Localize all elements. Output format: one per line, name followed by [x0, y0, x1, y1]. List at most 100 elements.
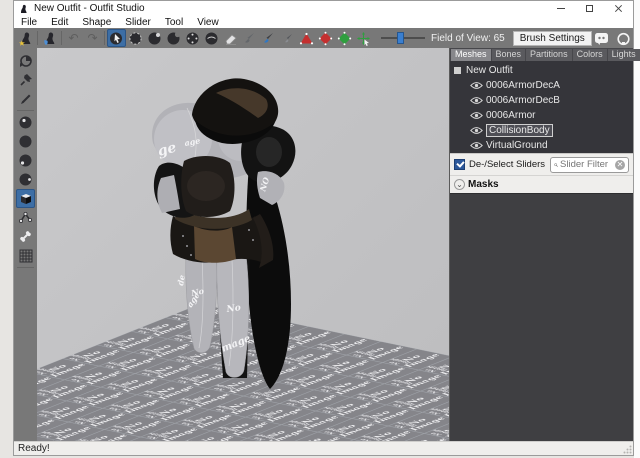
- viewport-canvas: No Image No Image: [37, 48, 450, 441]
- mesh-item-label: 0006ArmorDecB: [486, 95, 560, 106]
- transform-cube-button[interactable]: [16, 189, 35, 208]
- mask-brush-button[interactable]: [126, 29, 145, 47]
- github-icon: [616, 31, 631, 46]
- deselect-sliders-label: De-/Select Sliders: [469, 159, 545, 170]
- menu-view[interactable]: View: [190, 17, 226, 28]
- redo-button[interactable]: ↷: [83, 29, 102, 47]
- mesh-item-label: VirtualGround: [486, 140, 548, 151]
- mask-sphere-button[interactable]: [16, 132, 35, 151]
- mask-brush-icon: [128, 31, 143, 46]
- clock-rotate-icon: [19, 54, 33, 68]
- tree-item[interactable]: VirtualGround: [454, 138, 633, 153]
- tab-lights[interactable]: Lights: [608, 49, 640, 61]
- inflate-brush-button[interactable]: [145, 29, 164, 47]
- right-panel: Meshes Bones Partitions Colors Lights Ne…: [450, 48, 633, 441]
- resize-grip[interactable]: [623, 445, 632, 454]
- menu-shape[interactable]: Shape: [75, 17, 118, 28]
- menu-file[interactable]: File: [14, 17, 44, 28]
- maximize-button[interactable]: [575, 1, 604, 16]
- main-window: New Outfit - Outfit Studio File Edit Sha…: [13, 0, 634, 456]
- collapse-icon[interactable]: [454, 67, 461, 74]
- collapse-vertex-icon: [299, 31, 314, 46]
- move-brush-button[interactable]: [183, 29, 202, 47]
- load-project-button[interactable]: [16, 29, 35, 47]
- undo-button[interactable]: ↶: [64, 29, 83, 47]
- sphere-dot-low-icon: [18, 153, 33, 168]
- toolbar-separator: [61, 31, 62, 45]
- deflate-brush-button[interactable]: [164, 29, 183, 47]
- masks-section-header[interactable]: ⌄ Masks: [450, 175, 633, 193]
- tab-colors[interactable]: Colors: [573, 49, 607, 61]
- svg-text:No: No: [225, 303, 241, 315]
- pencil-icon: [19, 92, 33, 106]
- mesh-item-label: 0006ArmorDecA: [486, 80, 560, 91]
- left-toolbar-separator: [17, 110, 34, 111]
- slider-filter-box[interactable]: ✕: [550, 157, 629, 173]
- tab-partitions[interactable]: Partitions: [526, 49, 572, 61]
- vertex-path-icon: [18, 210, 33, 225]
- toolbar-separator: [104, 31, 105, 45]
- cube-icon: [18, 191, 33, 206]
- color-brush-button[interactable]: [259, 29, 278, 47]
- deflate-brush-icon: [166, 31, 181, 46]
- bones-tool-button[interactable]: [16, 227, 35, 246]
- tree-root-row[interactable]: New Outfit: [454, 63, 633, 78]
- mesh-tree: New Outfit 0006ArmorDecA 0006ArmorDecB 0…: [450, 61, 633, 153]
- pin-tool-button[interactable]: [16, 70, 35, 89]
- eye-icon[interactable]: [470, 81, 483, 90]
- chevron-down-icon[interactable]: ⌄: [454, 179, 465, 190]
- clear-filter-icon[interactable]: ✕: [615, 160, 625, 170]
- status-text: Ready!: [18, 443, 50, 454]
- select-tool-button[interactable]: [107, 29, 126, 47]
- inflate-sphere-button[interactable]: [16, 151, 35, 170]
- slider-filter-input[interactable]: [558, 158, 615, 171]
- undiff-brush-button[interactable]: [221, 29, 240, 47]
- grid-tool-button[interactable]: [16, 246, 35, 265]
- paypal-link-button[interactable]: P: [636, 29, 640, 47]
- eye-icon[interactable]: [470, 141, 483, 150]
- eye-icon[interactable]: [470, 96, 483, 105]
- move-brush-icon: [185, 31, 200, 46]
- flip-edge-button[interactable]: [316, 29, 335, 47]
- eye-icon[interactable]: [470, 126, 483, 135]
- pose-tool-button[interactable]: [16, 51, 35, 70]
- vertex-edit-button[interactable]: [16, 208, 35, 227]
- smooth-brush-button[interactable]: [202, 29, 221, 47]
- menu-slider[interactable]: Slider: [118, 17, 158, 28]
- deselect-sliders-checkbox[interactable]: [454, 159, 465, 170]
- pin-icon: [19, 73, 33, 87]
- menu-tool[interactable]: Tool: [158, 17, 190, 28]
- split-edge-button[interactable]: [335, 29, 354, 47]
- field-of-view-label: Field of View: 65: [431, 33, 505, 44]
- weight-brush-button[interactable]: [240, 29, 259, 47]
- alpha-brush-button[interactable]: [278, 29, 297, 47]
- panel-tabs: Meshes Bones Partitions Colors Lights: [450, 48, 633, 61]
- tree-item[interactable]: 0006Armor: [454, 108, 633, 123]
- close-button[interactable]: [604, 1, 633, 16]
- deflate-sphere-button[interactable]: [16, 170, 35, 189]
- github-link-button[interactable]: [614, 29, 633, 47]
- slider-thumb[interactable]: [397, 32, 404, 44]
- field-of-view-slider[interactable]: [381, 37, 425, 39]
- menu-edit[interactable]: Edit: [44, 17, 75, 28]
- pencil-tool-button[interactable]: [16, 89, 35, 108]
- tab-meshes[interactable]: Meshes: [451, 49, 491, 61]
- title-bar[interactable]: New Outfit - Outfit Studio: [14, 1, 633, 16]
- sphere-icon: [18, 134, 33, 149]
- minimize-button[interactable]: [546, 1, 575, 16]
- tab-bones[interactable]: Bones: [492, 49, 526, 61]
- collapse-vertex-button[interactable]: [297, 29, 316, 47]
- load-reference-button[interactable]: [40, 29, 59, 47]
- move-vertex-button[interactable]: [354, 29, 373, 47]
- tree-item[interactable]: 0006ArmorDecB: [454, 93, 633, 108]
- brush-settings-button[interactable]: Brush Settings: [513, 31, 592, 46]
- tree-item[interactable]: 0006ArmorDecA: [454, 78, 633, 93]
- discord-link-button[interactable]: [592, 29, 611, 47]
- select-sphere-button[interactable]: [16, 113, 35, 132]
- viewport-3d[interactable]: No Image No Image: [37, 48, 450, 441]
- tree-item-selected[interactable]: CollisionBody: [454, 123, 633, 138]
- split-edge-icon: [337, 31, 352, 46]
- eye-icon[interactable]: [470, 111, 483, 120]
- sphere-dot-icon: [18, 115, 33, 130]
- bodyslide-app-icon: [19, 4, 29, 14]
